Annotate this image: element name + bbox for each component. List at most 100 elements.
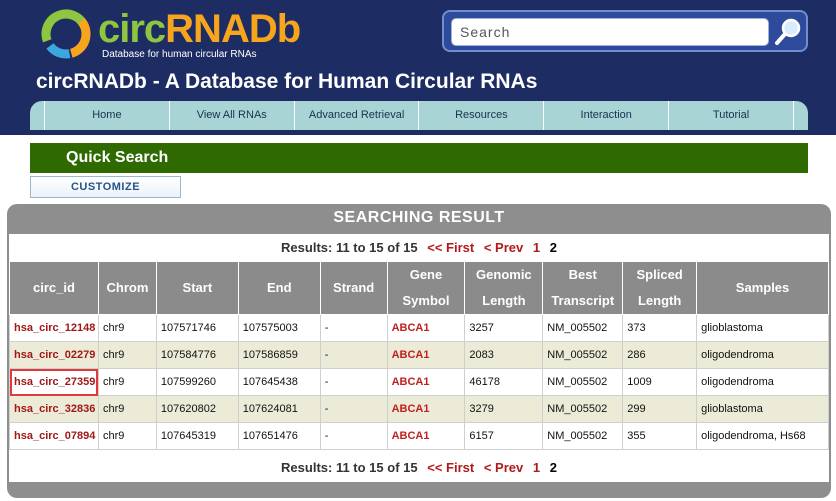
quick-search-bar: Quick Search <box>30 143 808 173</box>
cell-chrom: chr9 <box>97 314 157 342</box>
pager-top: Results: 11 to 15 of 15 << First < Prev … <box>9 236 829 260</box>
table-row: hsa_circ_02279 chr9 107584776 107586859 … <box>9 341 829 369</box>
circ-id-link[interactable]: hsa_circ_02279 <box>9 341 99 369</box>
cell-strand: - <box>319 395 388 423</box>
cell-spliced-length: 299 <box>622 395 698 423</box>
table-row: hsa_circ_27359 chr9 107599260 107645438 … <box>9 368 829 396</box>
col-spliced-length[interactable]: Spliced Length <box>622 261 698 315</box>
site-title: circRNADb - A Database for Human Circula… <box>36 70 538 93</box>
circ-id-link[interactable]: hsa_circ_32836 <box>9 395 99 423</box>
col-circ-id[interactable]: circ_id <box>9 261 99 315</box>
cell-start: 107620802 <box>155 395 239 423</box>
pager-current-page: 2 <box>549 460 557 475</box>
cell-spliced-length: 286 <box>622 341 698 369</box>
nav-resources[interactable]: Resources <box>419 101 545 130</box>
cell-chrom: chr9 <box>97 422 157 450</box>
cell-samples: oligodendroma <box>696 368 829 396</box>
col-end[interactable]: End <box>237 261 321 315</box>
results-table: circ_id Chrom Start End Strand Gene Symb… <box>9 261 829 450</box>
magnifier-icon <box>775 18 801 45</box>
col-start[interactable]: Start <box>155 261 239 315</box>
col-best-transcript[interactable]: Best Transcript <box>542 261 624 315</box>
cell-strand: - <box>319 314 388 342</box>
ring-logo-icon <box>41 9 91 59</box>
cell-best-transcript: NM_005502 <box>542 368 624 396</box>
cell-best-transcript: NM_005502 <box>542 422 624 450</box>
search-box <box>442 10 808 52</box>
result-content: Results: 11 to 15 of 15 << First < Prev … <box>9 234 829 482</box>
gene-symbol-link[interactable]: ABCA1 <box>386 422 466 450</box>
nav-home[interactable]: Home <box>44 101 170 130</box>
cell-chrom: chr9 <box>97 395 157 423</box>
cell-spliced-length: 355 <box>622 422 698 450</box>
cell-genomic-length: 3257 <box>464 314 544 342</box>
result-panel: SEARCHING RESULT Results: 11 to 15 of 15… <box>7 204 831 498</box>
pager-first-link[interactable]: << First <box>427 460 474 475</box>
table-row: hsa_circ_07894 chr9 107645319 107651476 … <box>9 422 829 450</box>
pager-bottom: Results: 11 to 15 of 15 << First < Prev … <box>9 456 829 480</box>
cell-best-transcript: NM_005502 <box>542 395 624 423</box>
cell-samples: oligodendroma, Hs68 <box>696 422 829 450</box>
cell-samples: glioblastoma <box>696 314 829 342</box>
col-chrom[interactable]: Chrom <box>97 261 157 315</box>
logo-wordmark: circRNADb <box>98 7 301 51</box>
cell-genomic-length: 3279 <box>464 395 544 423</box>
table-row: hsa_circ_12148 chr9 107571746 107575003 … <box>9 314 829 342</box>
site-header: circRNADb Database for human circular RN… <box>0 0 836 135</box>
pager-page-1-link[interactable]: 1 <box>533 240 540 255</box>
cell-strand: - <box>319 341 388 369</box>
col-strand[interactable]: Strand <box>319 261 388 315</box>
pager-prev-link[interactable]: < Prev <box>484 460 523 475</box>
gene-symbol-link[interactable]: ABCA1 <box>386 395 466 423</box>
logo-tagline: Database for human circular RNAs <box>102 49 257 60</box>
cell-spliced-length: 1009 <box>622 368 698 396</box>
main-nav: Home View All RNAs Advanced Retrieval Re… <box>30 101 808 130</box>
cell-start: 107599260 <box>155 368 239 396</box>
quick-search-title: Quick Search <box>66 149 169 166</box>
pager-current-page: 2 <box>549 240 557 255</box>
circ-id-link-highlighted[interactable]: hsa_circ_27359 <box>9 368 99 396</box>
pager-summary: Results: 11 to 15 of 15 <box>281 240 418 255</box>
cell-genomic-length: 2083 <box>464 341 544 369</box>
nav-view-all-rnas[interactable]: View All RNAs <box>170 101 295 130</box>
col-gene-symbol[interactable]: Gene Symbol <box>386 261 466 315</box>
nav-interaction[interactable]: Interaction <box>544 101 670 130</box>
search-button[interactable] <box>773 16 805 48</box>
nav-tutorial[interactable]: Tutorial <box>669 101 794 130</box>
pager-summary: Results: 11 to 15 of 15 <box>281 460 418 475</box>
cell-genomic-length: 6157 <box>464 422 544 450</box>
cell-start: 107645319 <box>155 422 239 450</box>
cell-start: 107584776 <box>155 341 239 369</box>
page-root: circRNADb Database for human circular RN… <box>0 0 836 501</box>
cell-end: 107586859 <box>237 341 321 369</box>
circ-id-link[interactable]: hsa_circ_07894 <box>9 422 99 450</box>
gene-symbol-link[interactable]: ABCA1 <box>386 314 466 342</box>
cell-chrom: chr9 <box>97 341 157 369</box>
cell-end: 107651476 <box>237 422 321 450</box>
cell-best-transcript: NM_005502 <box>542 341 624 369</box>
circ-id-link[interactable]: hsa_circ_12148 <box>9 314 99 342</box>
cell-genomic-length: 46178 <box>464 368 544 396</box>
cell-strand: - <box>319 422 388 450</box>
cell-samples: oligodendroma <box>696 341 829 369</box>
cell-chrom: chr9 <box>97 368 157 396</box>
result-title: SEARCHING RESULT <box>333 209 505 226</box>
cell-strand: - <box>319 368 388 396</box>
pager-prev-link[interactable]: < Prev <box>484 240 523 255</box>
table-row: hsa_circ_32836 chr9 107620802 107624081 … <box>9 395 829 423</box>
pager-first-link[interactable]: << First <box>427 240 474 255</box>
cell-end: 107575003 <box>237 314 321 342</box>
col-genomic-length[interactable]: Genomic Length <box>464 261 544 315</box>
pager-page-1-link[interactable]: 1 <box>533 460 540 475</box>
search-input[interactable] <box>451 18 769 46</box>
cell-end: 107624081 <box>237 395 321 423</box>
site-logo[interactable]: circRNADb Database for human circular RN… <box>40 6 301 64</box>
nav-advanced-retrieval[interactable]: Advanced Retrieval <box>295 101 420 130</box>
cell-samples: glioblastoma <box>696 395 829 423</box>
customize-tab[interactable]: CUSTOMIZE <box>30 176 181 198</box>
cell-end: 107645438 <box>237 368 321 396</box>
gene-symbol-link[interactable]: ABCA1 <box>386 368 466 396</box>
gene-symbol-link[interactable]: ABCA1 <box>386 341 466 369</box>
col-samples[interactable]: Samples <box>696 261 829 315</box>
cell-best-transcript: NM_005502 <box>542 314 624 342</box>
